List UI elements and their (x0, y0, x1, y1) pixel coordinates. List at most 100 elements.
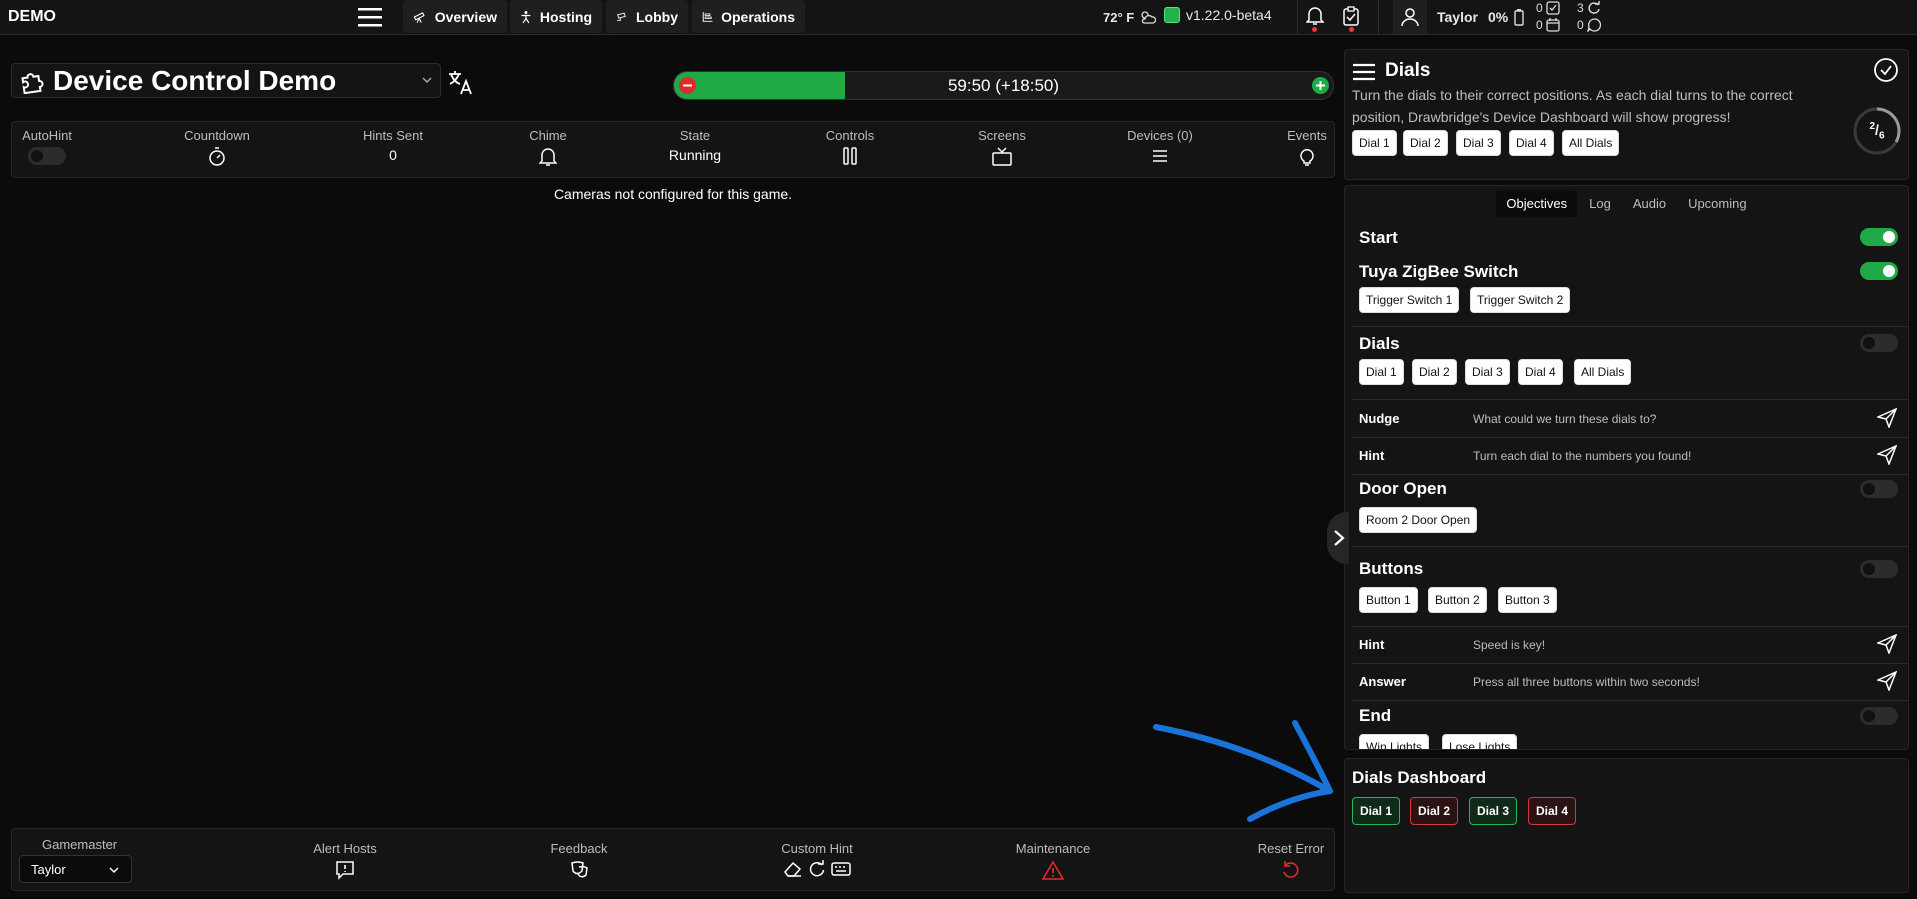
keyboard-icon[interactable] (831, 860, 851, 878)
objective-start-toggle[interactable] (1860, 228, 1898, 246)
chat-icon (1586, 18, 1601, 32)
weather-readout: 72° F (1103, 9, 1157, 25)
dial-2-button[interactable]: Dial 2 (1403, 130, 1448, 156)
alert-hosts-button[interactable]: Alert Hosts (295, 841, 395, 880)
main-menu-icon[interactable] (356, 5, 384, 29)
controls-stat[interactable]: Controls (805, 128, 895, 165)
dial-1-button[interactable]: Dial 1 (1352, 130, 1397, 156)
subtract-time-button[interactable] (679, 77, 696, 94)
button-3-button[interactable]: Button 3 (1498, 587, 1557, 613)
tab-objectives[interactable]: Objectives (1496, 190, 1578, 217)
user-icon (1401, 8, 1419, 27)
lose-lights-button[interactable]: Lose Lights (1442, 734, 1518, 749)
complete-check-icon[interactable] (1873, 57, 1899, 83)
hints-sent-value: 0 (389, 147, 397, 163)
alert-message-icon (336, 861, 354, 880)
autohint-toggle[interactable] (28, 147, 66, 165)
refresh-count-value: 3 (1577, 1, 1584, 15)
panel-collapse-button[interactable] (1327, 512, 1349, 564)
add-time-button[interactable] (1312, 77, 1329, 94)
dial-2-button[interactable]: Dial 2 (1412, 359, 1457, 385)
all-dials-button[interactable]: All Dials (1574, 359, 1632, 385)
reset-icon (1283, 861, 1299, 878)
nav-hosting-button[interactable]: Hosting (510, 0, 602, 33)
all-dials-button[interactable]: All Dials (1562, 130, 1620, 156)
send-icon[interactable] (1877, 408, 1897, 428)
tab-audio[interactable]: Audio (1623, 190, 1676, 217)
eraser-icon[interactable] (783, 860, 803, 878)
dial-3-button[interactable]: Dial 3 (1465, 359, 1510, 385)
trigger-switch-1-button[interactable]: Trigger Switch 1 (1359, 287, 1460, 313)
send-icon[interactable] (1877, 671, 1897, 691)
objective-tuya-toggle[interactable] (1860, 262, 1898, 280)
gamemaster-label: Gamemaster (42, 837, 118, 852)
reset-error-label: Reset Error (1257, 841, 1325, 856)
divider (1352, 437, 1908, 438)
dashboard-dial-2[interactable]: Dial 2 (1410, 797, 1459, 825)
autohint-stat: AutoHint (17, 128, 77, 165)
notification-dot (1312, 27, 1317, 32)
send-icon[interactable] (1877, 445, 1897, 465)
countdown-stat[interactable]: Countdown (172, 128, 262, 167)
win-lights-button[interactable]: Win Lights (1359, 734, 1430, 749)
user-menu[interactable]: Taylor 0% (1393, 0, 1526, 34)
button-1-button[interactable]: Button 1 (1359, 587, 1418, 613)
gamemaster-select[interactable]: Taylor (19, 855, 132, 883)
trigger-switch-2-button[interactable]: Trigger Switch 2 (1470, 287, 1571, 313)
objective-buttons-toggle[interactable] (1860, 560, 1898, 578)
dashboard-title: Dials Dashboard (1352, 768, 1487, 787)
divider (1352, 474, 1908, 475)
dial-1-button[interactable]: Dial 1 (1359, 359, 1404, 385)
objective-progress-ring: 2/6 (1852, 106, 1902, 156)
reset-error-button[interactable]: Reset Error (1251, 841, 1331, 880)
answer-text: Press all three buttons within two secon… (1473, 675, 1700, 689)
annotation-arrow (1153, 720, 1333, 822)
screens-stat[interactable]: Screens (957, 128, 1047, 167)
nudge-label: Nudge (1359, 411, 1400, 426)
game-selector[interactable]: Device Control Demo (11, 63, 441, 98)
hamburger-icon[interactable] (1352, 62, 1376, 82)
list-icon (1153, 150, 1167, 162)
avatar (1393, 0, 1427, 34)
controls-label: Controls (825, 128, 875, 143)
dial-4-button[interactable]: Dial 4 (1518, 359, 1563, 385)
cameras-message: Cameras not configured for this game. (553, 186, 793, 202)
divider (1352, 326, 1908, 327)
devices-label: Devices (0) (1127, 128, 1193, 143)
dashboard-dial-3[interactable]: Dial 3 (1469, 797, 1518, 825)
dial-3-button[interactable]: Dial 3 (1456, 130, 1501, 156)
objective-dials-toggle[interactable] (1860, 334, 1898, 352)
nav-lobby-button[interactable]: Lobby (606, 0, 688, 33)
hint-label: Hint (1359, 637, 1385, 652)
refresh-count: 3 (1577, 1, 1601, 15)
feedback-button[interactable]: Feedback (529, 841, 629, 880)
custom-hint-label: Custom Hint (781, 841, 853, 856)
dashboard-dial-4[interactable]: Dial 4 (1528, 797, 1577, 825)
dial-4-button[interactable]: Dial 4 (1509, 130, 1554, 156)
dials-dashboard-panel: Dials Dashboard Dial 1 Dial 2 Dial 3 Dia… (1344, 758, 1909, 893)
calendar-icon (1546, 18, 1560, 32)
nav-overview-button[interactable]: Overview (403, 0, 507, 33)
chime-stat[interactable]: Chime (508, 128, 588, 167)
room-2-door-open-button[interactable]: Room 2 Door Open (1359, 507, 1478, 533)
clipboard-check-icon[interactable] (1338, 3, 1364, 29)
nav-operations-button[interactable]: Operations (692, 0, 805, 33)
tab-upcoming[interactable]: Upcoming (1678, 190, 1757, 217)
refresh-icon[interactable] (808, 860, 826, 878)
hints-sent-stat: Hints Sent 0 (348, 128, 438, 163)
send-icon[interactable] (1877, 634, 1897, 654)
objective-end-toggle[interactable] (1860, 707, 1898, 725)
version-status: v1.22.0-beta4 (1164, 7, 1272, 23)
calendar-count: 0 (1536, 18, 1560, 32)
telescope-icon (413, 11, 425, 23)
translate-icon[interactable] (447, 68, 475, 96)
events-stat[interactable]: Events (1282, 128, 1332, 167)
notifications-bell-icon[interactable] (1302, 3, 1328, 29)
tab-log[interactable]: Log (1579, 190, 1621, 217)
maintenance-button[interactable]: Maintenance (1003, 841, 1103, 880)
devices-stat[interactable]: Devices (0) (1110, 128, 1210, 165)
dashboard-dial-1[interactable]: Dial 1 (1352, 797, 1401, 825)
button-2-button[interactable]: Button 2 (1428, 587, 1487, 613)
objective-start-title: Start (1359, 228, 1398, 247)
objective-door-toggle[interactable] (1860, 480, 1898, 498)
